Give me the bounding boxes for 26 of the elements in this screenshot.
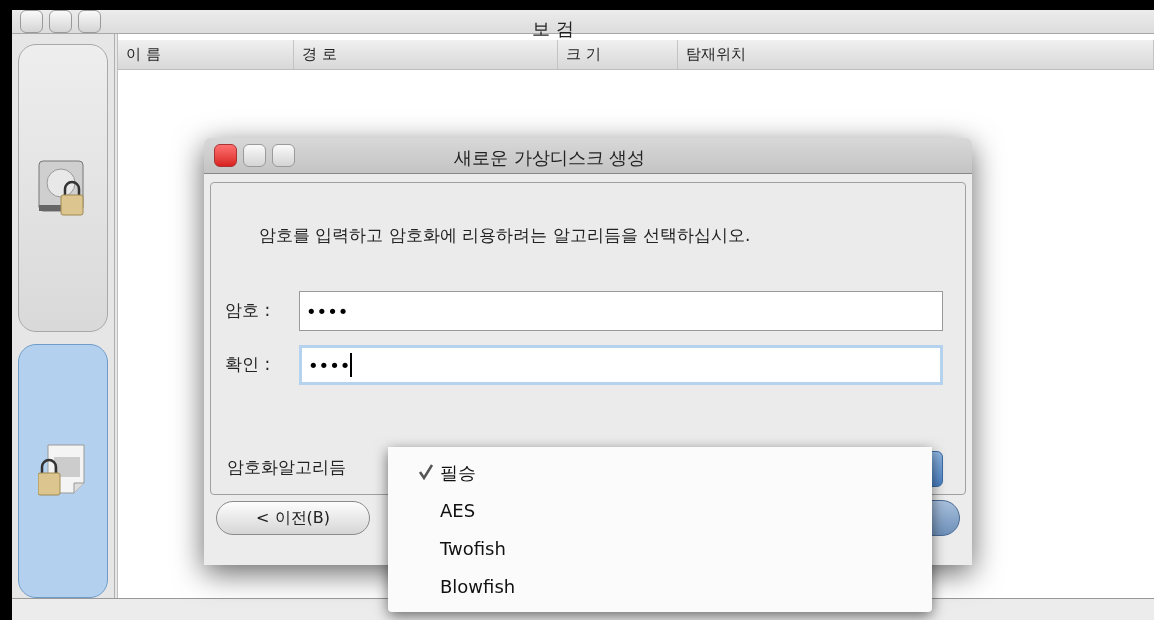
close-button[interactable] [20,10,43,33]
sidebar-button[interactable] [18,44,108,332]
menu-item[interactable]: Blowfish [388,567,932,605]
close-button[interactable] [214,144,237,167]
menu-item[interactable]: Twofish [388,529,932,567]
zoom-button[interactable] [272,144,295,167]
dialog-title: 새로운 가상디스크 생성 [454,146,646,170]
window-title: 보 검 [532,17,574,41]
password-field[interactable]: •••• [299,345,943,385]
menu-item[interactable]: AES [388,491,932,529]
algorithm-label: 암호화알고리듬 [227,456,346,479]
column-header[interactable]: 이 름 [118,40,294,69]
field-label: 확인 : [225,353,272,377]
field-label: 암호 : [225,299,272,323]
menu-item[interactable]: 필승 [388,453,932,491]
minimize-button[interactable] [243,144,266,167]
back-button[interactable]: < 이전(B) [216,501,370,535]
sidebar-button[interactable] [18,344,108,598]
minimize-button[interactable] [49,10,72,33]
password-field[interactable]: •••• [299,291,943,331]
column-header[interactable]: 크 기 [558,40,678,69]
instruction-text: 암호를 입력하고 암호화에 리용하려는 알고리듬을 선택하십시오. [259,224,751,247]
column-header[interactable]: 경 로 [294,40,558,69]
locked-file-icon [38,443,88,499]
column-header[interactable]: 탐재위치 [678,40,1154,69]
zoom-button[interactable] [78,10,101,33]
